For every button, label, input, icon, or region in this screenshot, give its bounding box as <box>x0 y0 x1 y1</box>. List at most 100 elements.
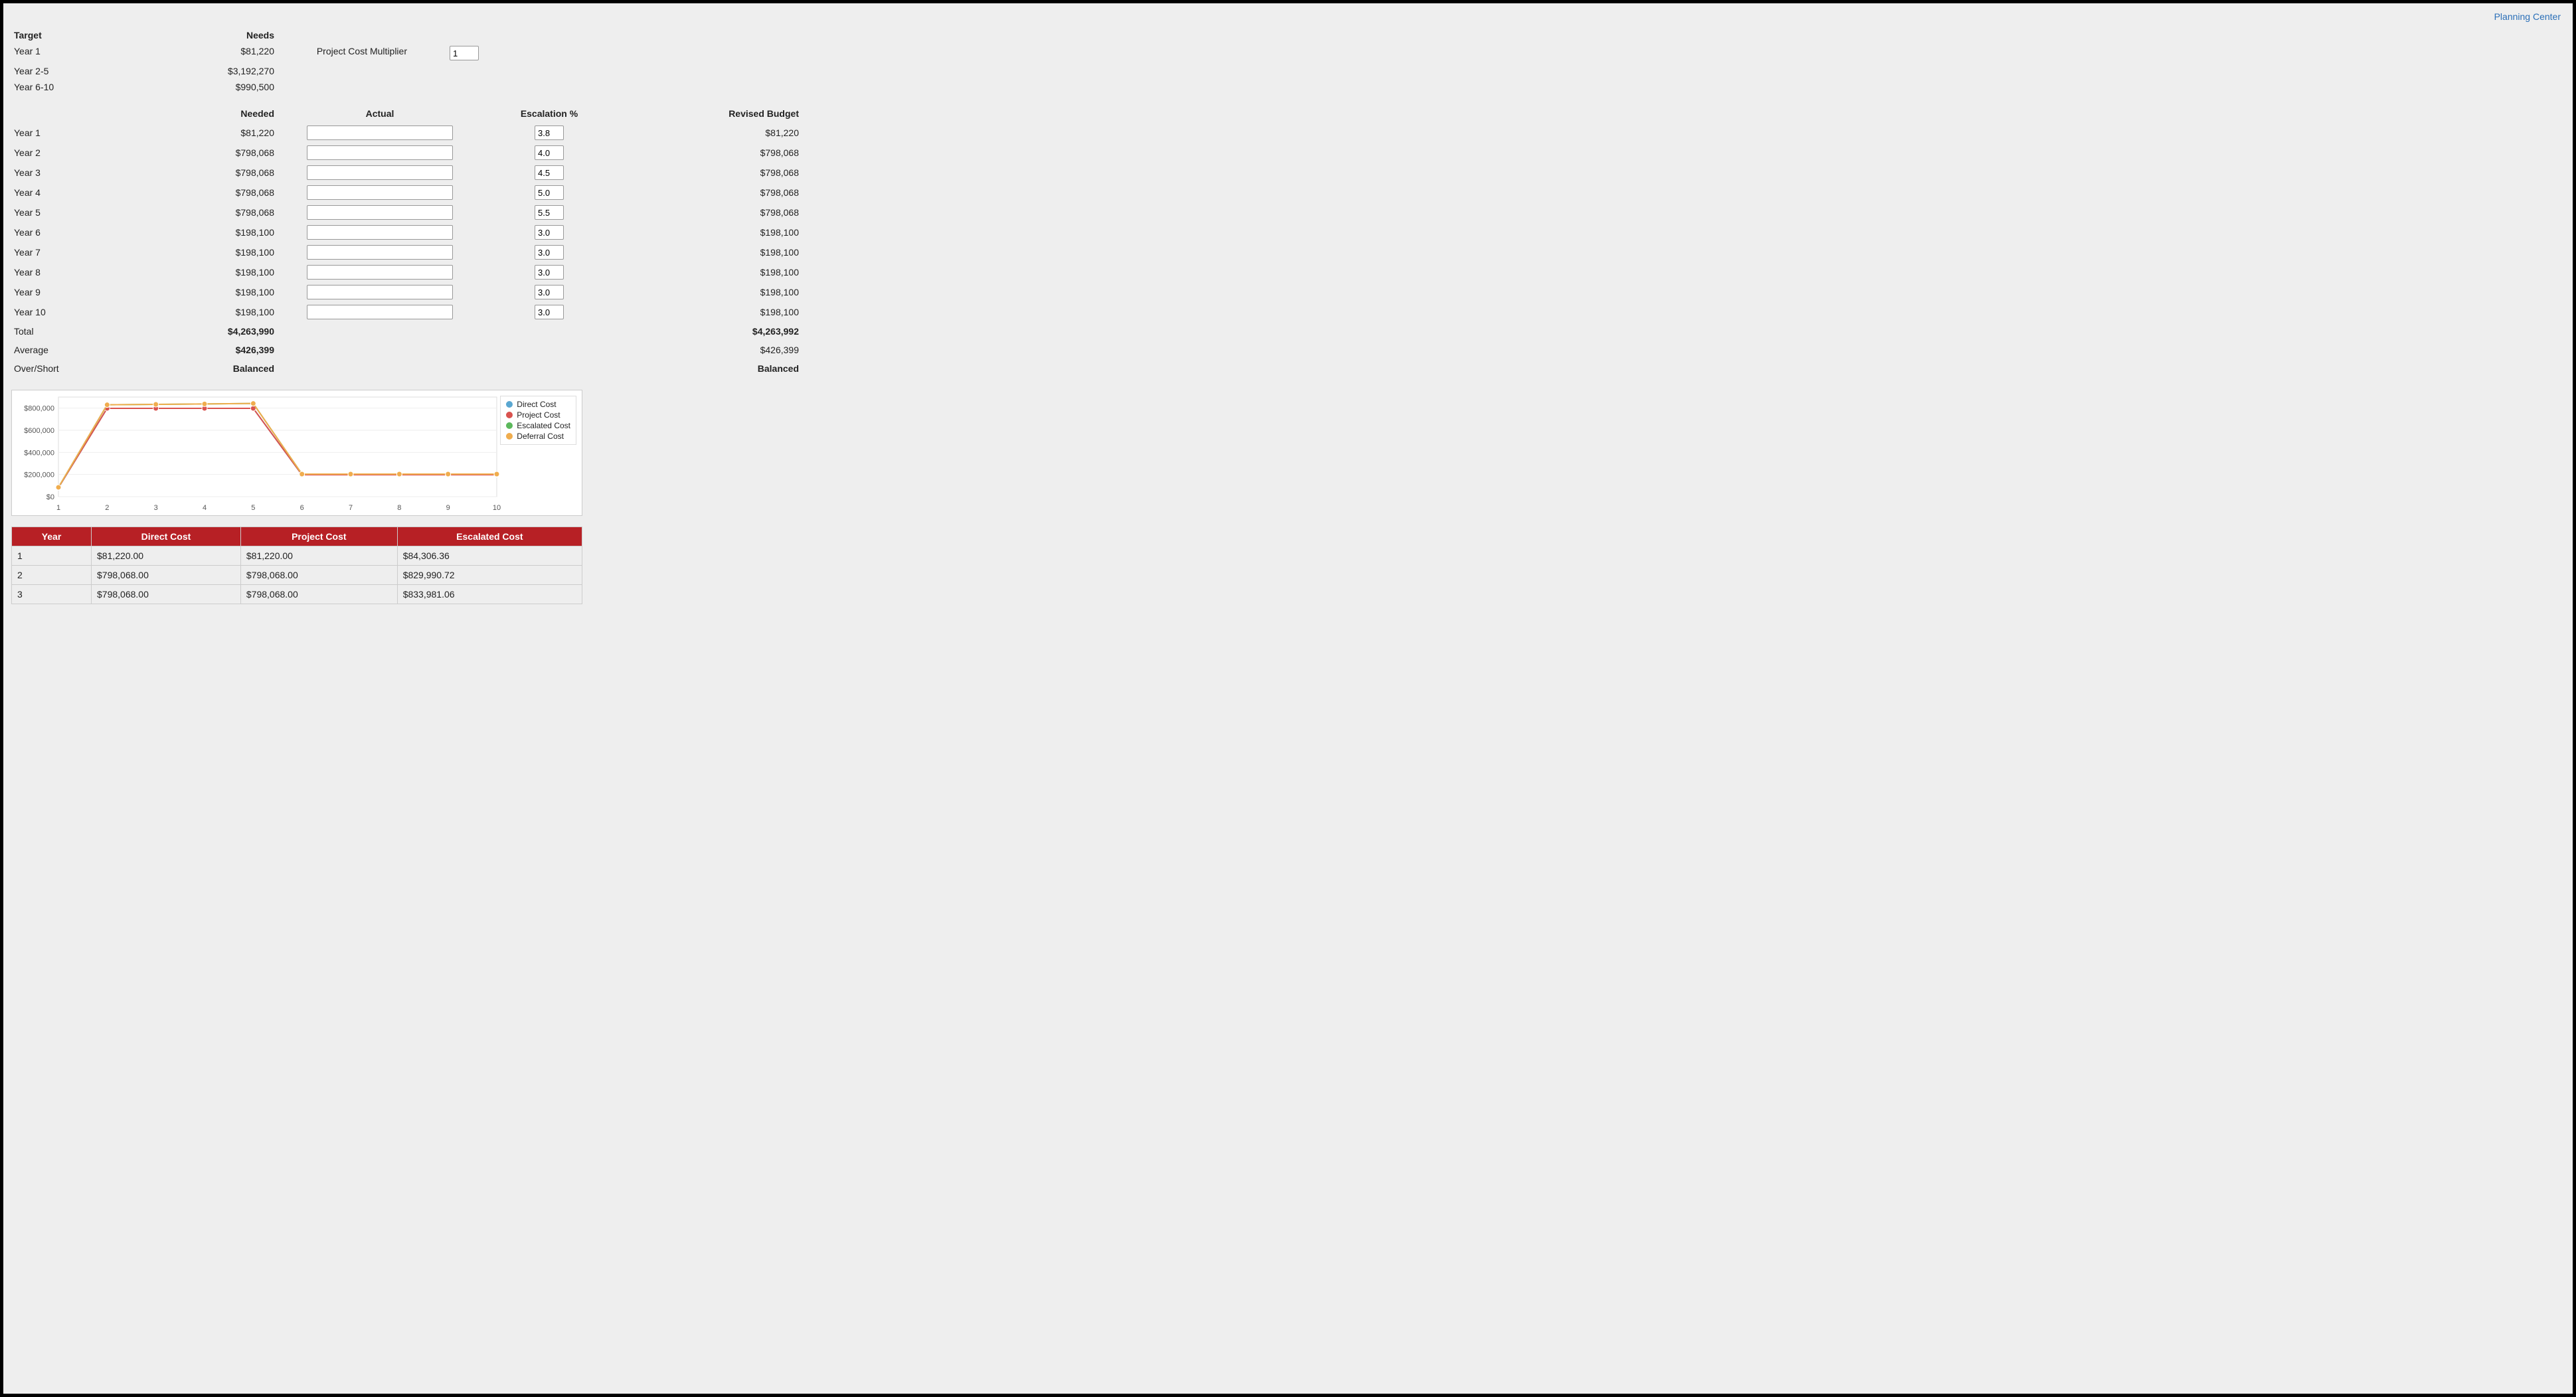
escalation-input[interactable] <box>535 145 564 160</box>
svg-text:$400,000: $400,000 <box>24 449 54 457</box>
revised-value: $798,068 <box>616 184 802 201</box>
cost-cell-escalated: $833,981.06 <box>397 585 582 604</box>
escalation-input[interactable] <box>535 165 564 180</box>
revised-value: $198,100 <box>616 303 802 321</box>
legend-item: Direct Cost <box>506 399 570 410</box>
actual-input[interactable] <box>307 125 453 140</box>
cost-cell-escalated: $829,990.72 <box>397 566 582 585</box>
target-row-label: Year 1 <box>11 44 144 62</box>
cost-cell-year: 3 <box>12 585 92 604</box>
svg-text:8: 8 <box>397 504 401 512</box>
actual-input[interactable] <box>307 185 453 200</box>
svg-text:5: 5 <box>251 504 255 512</box>
summary-revised: $4,263,992 <box>616 323 802 339</box>
legend-item: Project Cost <box>506 410 570 420</box>
summary-needed: $426,399 <box>144 342 277 358</box>
cost-table: Year Direct Cost Project Cost Escalated … <box>11 527 582 604</box>
targets-header-needs: Needs <box>144 29 277 42</box>
cost-cell-direct: $798,068.00 <box>92 585 241 604</box>
col-actual: Actual <box>277 106 483 122</box>
svg-text:3: 3 <box>154 504 158 512</box>
cost-th-project: Project Cost <box>240 527 397 546</box>
cost-cell-project: $798,068.00 <box>240 566 397 585</box>
actual-input[interactable] <box>307 285 453 299</box>
revised-value: $798,068 <box>616 144 802 161</box>
cost-cell-direct: $81,220.00 <box>92 546 241 566</box>
svg-text:$800,000: $800,000 <box>24 405 54 413</box>
actual-input[interactable] <box>307 165 453 180</box>
revised-value: $198,100 <box>616 224 802 241</box>
chart-svg: $0$200,000$400,000$600,000$800,000123456… <box>12 390 583 517</box>
escalation-input[interactable] <box>535 125 564 140</box>
summary-label: Total <box>11 323 144 339</box>
escalation-input[interactable] <box>535 205 564 220</box>
needed-value: $798,068 <box>144 144 277 161</box>
svg-text:1: 1 <box>56 504 60 512</box>
table-row: 1$81,220.00$81,220.00$84,306.36 <box>12 546 582 566</box>
summary-label: Average <box>11 342 144 358</box>
needed-value: $198,100 <box>144 284 277 301</box>
cost-cell-year: 1 <box>12 546 92 566</box>
cost-th-direct: Direct Cost <box>92 527 241 546</box>
legend-dot-icon <box>506 401 513 408</box>
legend-label: Project Cost <box>517 410 560 420</box>
targets-header-target: Target <box>11 29 144 42</box>
actual-input[interactable] <box>307 265 453 280</box>
escalation-input[interactable] <box>535 225 564 240</box>
svg-text:$600,000: $600,000 <box>24 427 54 435</box>
actual-input[interactable] <box>307 205 453 220</box>
multiplier-input[interactable] <box>450 46 479 60</box>
col-needed: Needed <box>144 106 277 122</box>
year-label: Year 6 <box>11 224 144 241</box>
cost-th-year: Year <box>12 527 92 546</box>
needed-value: $798,068 <box>144 164 277 181</box>
table-row: 2$798,068.00$798,068.00$829,990.72 <box>12 566 582 585</box>
svg-text:$200,000: $200,000 <box>24 471 54 479</box>
cost-cell-project: $798,068.00 <box>240 585 397 604</box>
app-frame: Planning Center Target Needs Year 1 $81,… <box>0 0 2576 1397</box>
year-label: Year 7 <box>11 244 144 261</box>
actual-input[interactable] <box>307 225 453 240</box>
needed-value: $198,100 <box>144 244 277 261</box>
year-label: Year 2 <box>11 144 144 161</box>
legend-label: Direct Cost <box>517 400 556 409</box>
escalation-input[interactable] <box>535 285 564 299</box>
revised-value: $198,100 <box>616 264 802 281</box>
legend-dot-icon <box>506 412 513 418</box>
year-label: Year 4 <box>11 184 144 201</box>
multiplier-label: Project Cost Multiplier <box>277 44 410 62</box>
target-row-needs: $81,220 <box>144 44 277 62</box>
escalation-input[interactable] <box>535 265 564 280</box>
cost-cell-escalated: $84,306.36 <box>397 546 582 566</box>
summary-revised: $426,399 <box>616 342 802 358</box>
actual-input[interactable] <box>307 245 453 260</box>
col-revised: Revised Budget <box>616 106 802 122</box>
year-label: Year 5 <box>11 204 144 221</box>
escalation-input[interactable] <box>535 185 564 200</box>
escalation-input[interactable] <box>535 245 564 260</box>
revised-value: $81,220 <box>616 124 802 141</box>
summary-needed: $4,263,990 <box>144 323 277 339</box>
year-label: Year 1 <box>11 124 144 141</box>
revised-value: $198,100 <box>616 284 802 301</box>
cost-th-escalated: Escalated Cost <box>397 527 582 546</box>
legend-label: Deferral Cost <box>517 432 564 441</box>
svg-text:4: 4 <box>203 504 207 512</box>
targets-grid: Target Needs Year 1 $81,220 Project Cost… <box>11 29 2565 94</box>
needed-value: $798,068 <box>144 184 277 201</box>
target-row-needs: $3,192,270 <box>144 64 277 78</box>
escalation-input[interactable] <box>535 305 564 319</box>
legend-dot-icon <box>506 422 513 429</box>
actual-input[interactable] <box>307 145 453 160</box>
needed-value: $81,220 <box>144 124 277 141</box>
planning-center-link[interactable]: Planning Center <box>2494 11 2561 22</box>
svg-text:9: 9 <box>446 504 450 512</box>
legend-item: Deferral Cost <box>506 431 570 442</box>
year-label: Year 9 <box>11 284 144 301</box>
col-escalation: Escalation % <box>483 106 616 122</box>
svg-text:6: 6 <box>300 504 304 512</box>
year-label: Year 3 <box>11 164 144 181</box>
summary-needed: Balanced <box>144 361 277 376</box>
target-row-label: Year 6-10 <box>11 80 144 94</box>
actual-input[interactable] <box>307 305 453 319</box>
